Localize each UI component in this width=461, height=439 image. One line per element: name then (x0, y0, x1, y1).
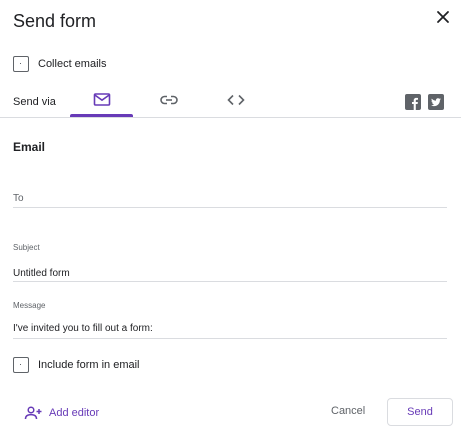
code-icon (226, 94, 245, 106)
subject-input[interactable] (13, 267, 447, 281)
mail-icon (93, 93, 110, 106)
facebook-icon (412, 97, 418, 110)
tab-email[interactable] (70, 88, 133, 116)
link-icon (159, 95, 178, 105)
message-label: Message (13, 301, 46, 310)
to-field[interactable] (13, 188, 447, 208)
include-form-checkbox[interactable] (13, 357, 29, 373)
tabs-divider (0, 117, 461, 118)
twitter-icon (431, 98, 441, 107)
message-field[interactable] (13, 318, 447, 339)
collect-emails-row[interactable]: Collect emails (13, 56, 106, 72)
collect-emails-checkbox[interactable] (13, 56, 29, 72)
include-form-label: Include form in email (38, 359, 140, 371)
to-input[interactable] (13, 192, 447, 206)
tab-embed[interactable] (204, 88, 267, 116)
collect-emails-label: Collect emails (38, 58, 107, 70)
send-via-label: Send via (13, 96, 56, 108)
share-facebook-button[interactable] (405, 94, 421, 110)
add-editor-button[interactable]: Add editor (24, 406, 99, 420)
cancel-button[interactable]: Cancel (331, 405, 365, 417)
close-icon (437, 11, 449, 23)
tab-link[interactable] (137, 88, 200, 116)
email-section-title: Email (13, 140, 46, 154)
send-button[interactable]: Send (387, 398, 453, 426)
add-editor-label: Add editor (49, 407, 100, 419)
subject-field[interactable] (13, 263, 447, 282)
message-input[interactable] (13, 322, 447, 336)
send-form-dialog: Send form Collect emails Send via Email … (0, 0, 461, 439)
share-twitter-button[interactable] (428, 94, 444, 110)
person-add-icon (24, 406, 42, 420)
dialog-title: Send form (13, 11, 97, 31)
subject-label: Subject (13, 243, 40, 252)
include-form-row[interactable]: Include form in email (13, 357, 140, 373)
close-button[interactable] (433, 7, 453, 27)
